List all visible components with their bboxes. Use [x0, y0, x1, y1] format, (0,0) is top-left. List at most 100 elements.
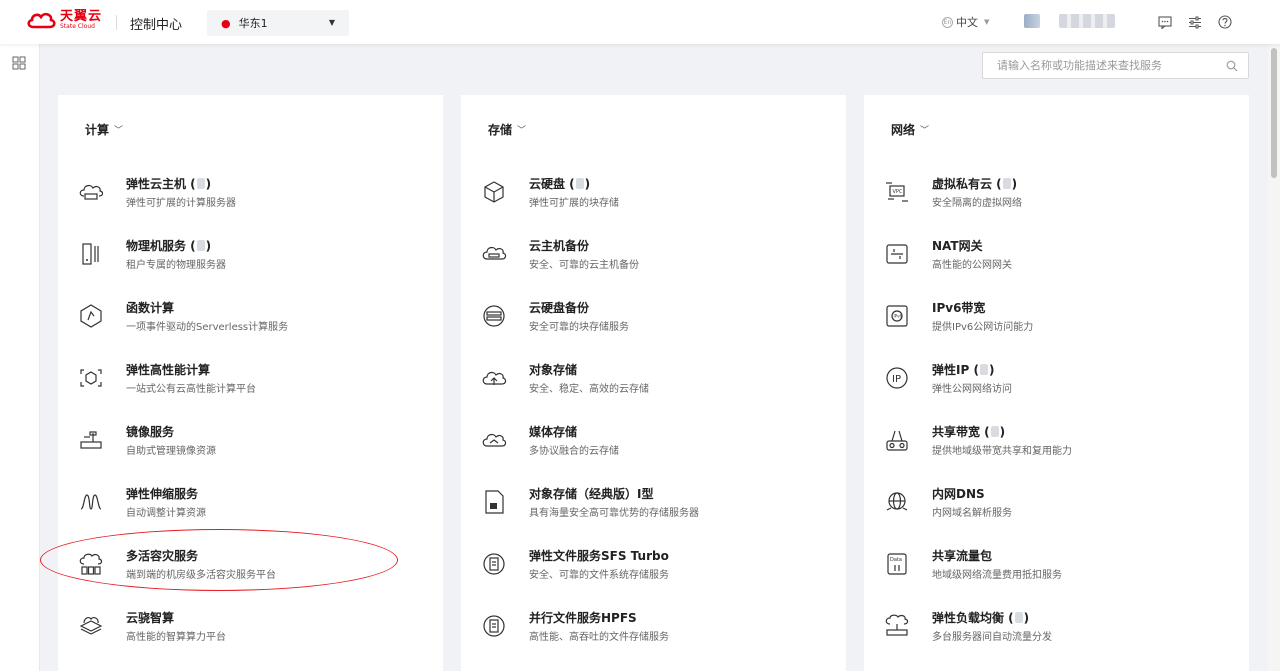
service-item[interactable]: 媒体存储 多协议融合的云存储 [481, 423, 821, 467]
apps-grid-icon[interactable] [12, 56, 26, 73]
service-name-text: 云骁智算 [126, 611, 175, 625]
service-description: 多协议融合的云存储 [529, 446, 619, 457]
service-item[interactable]: 多活容灾服务端到端的机房级多活容灾服务平台 [78, 547, 418, 591]
service-name: 多活容灾服务 [126, 547, 198, 564]
service-search [982, 52, 1249, 79]
data-package-icon: Data [884, 551, 910, 577]
service-item[interactable]: 函数计算一项事件驱动的Serverless计算服务 [78, 299, 418, 343]
message-icon[interactable] [1157, 14, 1173, 30]
console-title[interactable]: 控制中心 [130, 14, 182, 33]
service-name: NAT网关 [932, 237, 983, 254]
service-item[interactable]: 弹性文件服务SFS Turbo 安全、可靠的文件系统存储服务 [481, 547, 821, 591]
service-name-text: 对象存储（经典版）I型 [529, 487, 654, 501]
service-name-text: 虚拟私有云 ( [932, 177, 1002, 191]
service-name-text: 云硬盘备份 [529, 301, 590, 315]
service-name-suffix: ) [999, 425, 1006, 439]
service-description: 安全、可靠的文件系统存储服务 [529, 570, 669, 581]
service-name: 弹性高性能计算 [126, 361, 210, 378]
service-item[interactable]: 云硬盘备份安全可靠的块存储服务 [481, 299, 821, 343]
service-description: 多台服务器间自动流量分发 [932, 632, 1052, 643]
cloud-upload-icon [481, 365, 507, 391]
service-description: 租户专属的物理服务器 [126, 260, 226, 271]
service-description: 自助式管理镜像资源 [126, 446, 216, 457]
region-label: 华东1 [238, 17, 268, 30]
category-header[interactable]: 计算 ﹀ [85, 121, 123, 138]
svg-text:VPC: VPC [893, 189, 903, 195]
service-description: 安全、稳定、高效的云存储 [529, 384, 649, 395]
service-item[interactable]: Data 共享流量包 地域级网络流量费用抵扣服务 [884, 547, 1224, 591]
service-name: 共享带宽 () [932, 423, 1005, 440]
service-name-text: 弹性负载均衡 ( [932, 611, 1014, 625]
scrollbar-thumb[interactable] [1271, 48, 1277, 178]
service-description: 安全、可靠的云主机备份 [529, 260, 639, 271]
page-scrollbar[interactable] [1268, 44, 1280, 671]
service-description: 安全可靠的块存储服务 [529, 322, 629, 333]
service-item[interactable]: 弹性伸缩服务 自动调整计算资源 [78, 485, 418, 529]
media-cloud-icon [481, 427, 507, 453]
service-item[interactable]: 云硬盘 () 弹性可扩展的块存储 [481, 175, 821, 219]
service-item[interactable]: NAT网关高性能的公网网关 [884, 237, 1224, 281]
header-divider [116, 15, 117, 30]
service-name: 并行文件服务HPFS [529, 609, 637, 626]
search-input[interactable] [983, 53, 1213, 78]
category-header[interactable]: 存储 ﹀ [488, 121, 526, 138]
service-item[interactable]: IP 弹性IP () 弹性公网网络访问 [884, 361, 1224, 405]
dns-globe-icon [884, 489, 910, 515]
search-icon[interactable] [1226, 60, 1238, 75]
service-name-text: 镜像服务 [126, 425, 175, 439]
service-item[interactable]: 镜像服务自助式管理镜像资源 [78, 423, 418, 467]
settings-sliders-icon[interactable] [1187, 14, 1203, 30]
left-rail [0, 44, 40, 671]
service-description: 弹性公网网络访问 [932, 384, 1012, 395]
service-name: 镜像服务 [126, 423, 174, 440]
service-name-text: 内网DNS [932, 487, 985, 501]
service-description: 提供地域级带宽共享和复用能力 [932, 446, 1072, 457]
blurred-tag [196, 240, 205, 251]
service-name-text: 共享流量包 [932, 549, 993, 563]
service-item[interactable]: IPv6 IPv6带宽 提供IPv6公网访问能力 [884, 299, 1224, 343]
service-description: 高性能的公网网关 [932, 260, 1012, 271]
service-item[interactable]: 物理机服务 () 租户专属的物理服务器 [78, 237, 418, 281]
service-name-text: 弹性伸缩服务 [126, 487, 199, 501]
region-selector[interactable]: ● 华东1 ▼ [207, 10, 349, 36]
service-item[interactable]: 共享带宽 () 提供地域级带宽共享和复用能力 [884, 423, 1224, 467]
service-description: 内网域名解析服务 [932, 508, 1012, 519]
svg-text:IP: IP [892, 374, 901, 385]
service-name: 弹性文件服务SFS Turbo [529, 547, 669, 564]
nat-gateway-icon [884, 241, 910, 267]
service-name-text: 物理机服务 ( [126, 239, 196, 253]
service-item[interactable]: 云骁智算 高性能的智算算力平台 [78, 609, 418, 653]
service-name: 虚拟私有云 () [932, 175, 1017, 192]
service-description: 自动调整计算资源 [126, 508, 206, 519]
service-description: 一项事件驱动的Serverless计算服务 [126, 322, 289, 333]
service-name: 共享流量包 [932, 547, 992, 564]
service-name: 弹性IP () [932, 361, 994, 378]
service-item[interactable]: 云主机备份 安全、可靠的云主机备份 [481, 237, 821, 281]
service-item[interactable]: 内网DNS 内网域名解析服务 [884, 485, 1224, 529]
service-description: 端到端的机房级多活容灾服务平台 [126, 570, 276, 581]
category-header[interactable]: 网络 ﹀ [891, 121, 929, 138]
account-name-blurred[interactable] [1059, 14, 1115, 28]
service-item[interactable]: VPC 虚拟私有云 () 安全隔离的虚拟网络 [884, 175, 1224, 219]
service-item[interactable]: 弹性云主机 () 弹性可扩展的计算服务器 [78, 175, 418, 219]
service-name: 云骁智算 [126, 609, 174, 626]
service-name-text: 弹性IP ( [932, 363, 979, 377]
service-item[interactable]: 弹性高性能计算 一站式公有云高性能计算平台 [78, 361, 418, 405]
avatar[interactable] [1024, 14, 1040, 28]
autoscaling-icon [78, 489, 104, 515]
category-title: 网络 [891, 123, 916, 137]
service-item[interactable]: 弹性负载均衡 () 多台服务器间自动流量分发 [884, 609, 1224, 653]
service-name-text: 弹性云主机 ( [126, 177, 196, 191]
service-description: 提供IPv6公网访问能力 [932, 322, 1034, 333]
service-name-text: 函数计算 [126, 301, 175, 315]
service-item[interactable]: 对象存储 安全、稳定、高效的云存储 [481, 361, 821, 405]
help-icon[interactable] [1217, 14, 1233, 30]
service-item[interactable]: 并行文件服务HPFS 高性能、高吞吐的文件存储服务 [481, 609, 821, 653]
service-name-text: 弹性高性能计算 [126, 363, 211, 377]
logo[interactable]: 天翼云 State Cloud [26, 10, 102, 30]
physical-server-icon [78, 241, 104, 267]
location-pin-icon: ● [221, 16, 231, 30]
language-selector[interactable]: En 中文 ▼ [942, 14, 989, 30]
category-title: 存储 [488, 123, 513, 137]
service-item[interactable]: 对象存储（经典版）I型 具有海量安全高可靠优势的存储服务器 [481, 485, 821, 529]
